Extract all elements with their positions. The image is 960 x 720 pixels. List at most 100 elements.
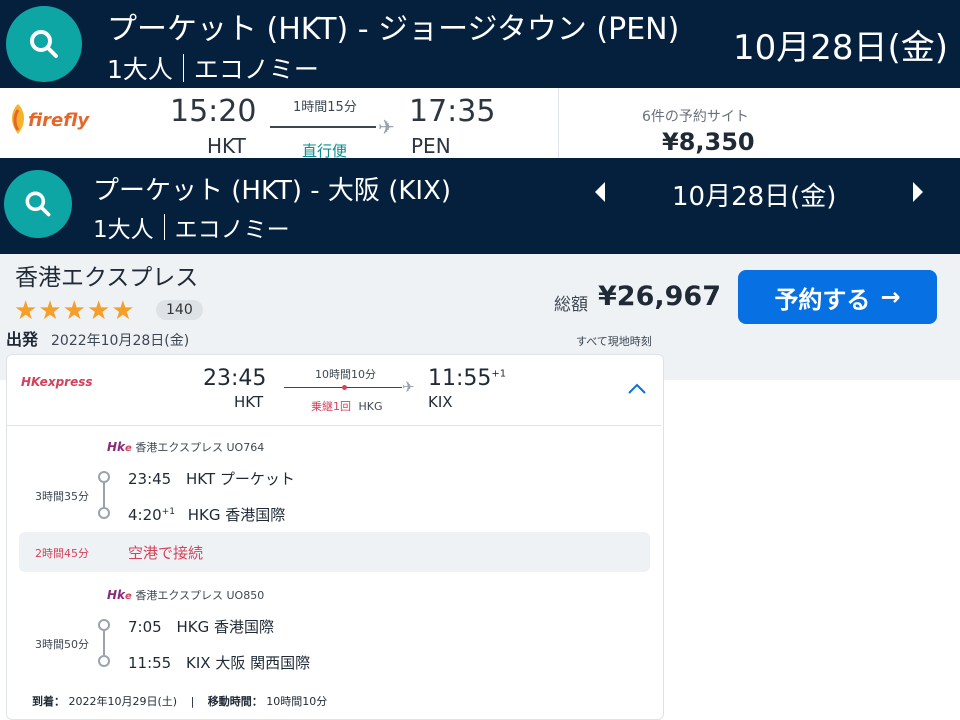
plane-icon: ✈ xyxy=(378,115,395,139)
passengers-label: 1大人 xyxy=(93,217,154,243)
timeline-dot xyxy=(98,655,110,667)
footer-sep: | xyxy=(190,695,195,708)
summary-dep-time: 23:45 xyxy=(203,366,267,391)
travel-time: 10時間10分 xyxy=(266,695,328,708)
seg-arr-place: HKG 香港国際 xyxy=(187,506,286,524)
hk-mini-logo: Hk xyxy=(107,588,126,602)
book-button[interactable]: 予約する → xyxy=(738,270,937,324)
connection-row xyxy=(19,532,650,572)
timeline-line xyxy=(103,483,105,507)
hkexpress-logo-text: HKexpress xyxy=(21,375,93,389)
flight-duration: 1時間15分 xyxy=(293,100,357,115)
arrow-right-icon: → xyxy=(880,283,901,311)
segment-arr: 11:55 KIX 大阪 関西国際 xyxy=(128,652,310,673)
travel-label: 移動時間： xyxy=(207,695,263,708)
segment-duration: 3時間35分 xyxy=(35,490,89,503)
segment-dep: 7:05 HKG 香港国際 xyxy=(128,616,274,637)
day-offset: +1 xyxy=(161,507,175,517)
arrival-footer: 到着： 2022年10月29日(土) | 移動時間： 10時間10分 xyxy=(32,693,327,709)
firefly-logo-text: firefly xyxy=(28,110,90,131)
hk-mini-logo-e: e xyxy=(125,591,132,602)
day-offset: +1 xyxy=(491,368,507,380)
cabin-label: エコノミー xyxy=(174,217,290,243)
star-icon: ★ xyxy=(86,296,111,326)
via-code: HKG xyxy=(358,400,383,413)
flight-result-firefly[interactable]: firefly 15:20 HKT 1時間15分 ✈ 直行便 17:35 PEN… xyxy=(0,88,960,160)
segment-duration: 3時間50分 xyxy=(35,638,89,651)
summary-arr-time: 11:55+1 xyxy=(428,366,506,391)
local-time-note: すべて現地時刻 xyxy=(576,335,652,348)
search-button[interactable] xyxy=(4,170,72,238)
summary-arr-code: KIX xyxy=(428,393,453,411)
collapse-button[interactable] xyxy=(627,380,647,394)
star-icon: ★ xyxy=(38,296,62,326)
seg-arr-place: KIX 大阪 関西国際 xyxy=(186,654,311,672)
divider xyxy=(163,214,165,240)
firefly-logo-icon xyxy=(12,104,24,134)
seg-dep-time: 7:05 xyxy=(128,618,162,636)
segment-dep: 23:45 HKT プーケット xyxy=(128,468,295,489)
summary-stops: 乗継1回 HKG xyxy=(311,398,383,414)
prev-date-button[interactable] xyxy=(592,180,608,204)
booking-sites: 6件の予約サイト xyxy=(642,109,749,125)
summary-duration: 10時間10分 xyxy=(315,368,376,381)
chevron-up-icon xyxy=(628,383,646,394)
total-price: ¥26,967 xyxy=(598,281,721,312)
segment-airline: Hke 香港エクスプレス UO764 xyxy=(107,439,264,455)
stops-label: 乗継1回 xyxy=(311,400,351,413)
connection-duration: 2時間45分 xyxy=(35,547,89,560)
seg-dep-place: HKG 香港国際 xyxy=(176,618,274,636)
next-date-button[interactable] xyxy=(910,180,926,204)
stop-dot xyxy=(342,385,347,390)
review-count[interactable]: 140 xyxy=(156,300,203,320)
cabin-label: エコノミー xyxy=(193,55,319,84)
route-line xyxy=(270,126,376,128)
search-icon xyxy=(25,191,51,217)
vertical-divider xyxy=(558,88,559,158)
segment-arr: 4:20+1 HKG 香港国際 xyxy=(128,504,285,525)
depart-label: 出発 xyxy=(6,330,39,349)
hkexpress-logo: HKexpress xyxy=(21,375,93,389)
price: ¥8,350 xyxy=(662,128,755,156)
dep-code: HKT xyxy=(207,134,246,158)
star-icon: ★ xyxy=(62,296,86,326)
seg-arr-time: 11:55 xyxy=(128,654,172,672)
date-label: 10月28日(金) xyxy=(733,28,949,68)
timeline-dot xyxy=(98,471,110,483)
total-label: 総額 xyxy=(554,295,588,315)
hk-mini-logo: Hk xyxy=(107,440,126,454)
star-icon: ★ xyxy=(111,296,135,326)
search-button[interactable] xyxy=(6,6,82,82)
seg-arr-time: 4:20 xyxy=(128,506,162,524)
firefly-logo: firefly xyxy=(8,100,90,140)
timeline-line xyxy=(103,631,105,655)
hk-mini-logo-e: e xyxy=(125,443,132,454)
timeline-dot xyxy=(98,619,110,631)
search-header-kix: プーケット (HKT) - 大阪 (KIX) 1大人 エコノミー 10月28日(… xyxy=(0,158,960,254)
timeline-dot xyxy=(98,507,110,519)
arr-time: 17:35 xyxy=(409,94,496,129)
connection-label: 空港で接続 xyxy=(128,544,204,562)
chevron-right-icon xyxy=(913,182,923,202)
date-label: 10月28日(金) xyxy=(672,182,837,212)
divider xyxy=(182,54,184,82)
summary-dep-code: HKT xyxy=(234,393,264,411)
arr-code: PEN xyxy=(411,134,451,158)
segment-airline-label: 香港エクスプレス UO850 xyxy=(135,589,265,602)
chevron-left-icon xyxy=(595,182,605,202)
search-icon xyxy=(30,30,58,58)
passengers-label: 1大人 xyxy=(107,55,173,84)
passenger-cabin: 1大人 エコノミー xyxy=(107,50,319,86)
dep-time: 15:20 xyxy=(170,94,257,129)
seg-dep-place: HKT プーケット xyxy=(186,470,295,488)
book-button-label: 予約する xyxy=(774,285,871,314)
arr-time: 11:55 xyxy=(428,366,492,391)
plane-icon: ✈ xyxy=(402,378,415,396)
summary-divider xyxy=(7,425,661,426)
seg-dep-time: 23:45 xyxy=(128,470,172,488)
arrive-date: 2022年10月29日(土) xyxy=(68,695,178,708)
route-title: プーケット (HKT) - 大阪 (KIX) xyxy=(93,176,452,206)
provider-name: 香港エクスプレス xyxy=(15,265,199,291)
depart-date: 2022年10月28日(金) xyxy=(51,333,190,349)
route-title: プーケット (HKT) - ジョージタウン (PEN) xyxy=(107,12,680,47)
